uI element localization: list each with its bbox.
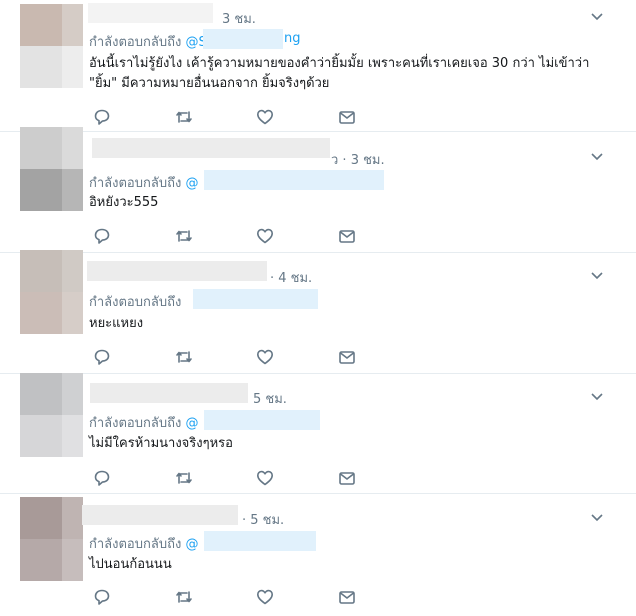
- mention-link[interactable]: @: [185, 176, 198, 191]
- mention-obscured[interactable]: [204, 410, 320, 430]
- like-icon[interactable]: [255, 347, 275, 367]
- like-icon[interactable]: [255, 226, 275, 246]
- retweet-icon[interactable]: [174, 226, 194, 246]
- author-name-obscured[interactable]: [82, 505, 238, 525]
- tweet-text: อิหยังวะ555: [89, 193, 619, 213]
- chevron-down-icon[interactable]: [589, 267, 605, 283]
- timestamp[interactable]: ว · 3 ชม.: [331, 149, 385, 170]
- timestamp[interactable]: 5 ชม.: [253, 388, 287, 409]
- tweet-text-line: "ยิ้ม" มีความหมายอื่นนอกจาก ยิ้มจริงๆด้ว…: [89, 76, 330, 91]
- tweet-text-line: ไปนอนก้อนนน: [89, 557, 172, 572]
- timestamp[interactable]: · 5 ชม.: [242, 509, 284, 530]
- tweet-text: หยะแหยง: [89, 314, 619, 334]
- avatar[interactable]: [20, 250, 83, 334]
- replying-to: กำลังตอบกลับถึง @S: [89, 31, 207, 52]
- author-name-obscured[interactable]: [88, 3, 213, 23]
- replying-to-label: กำลังตอบกลับถึง: [89, 295, 182, 310]
- mention-obscured[interactable]: [204, 531, 316, 551]
- replying-to: กำลังตอบกลับถึง @: [89, 172, 198, 193]
- tweet-text: ไม่มีใครห้ามนางจริงๆหรอ: [89, 434, 619, 454]
- mention-obscured[interactable]: [204, 170, 384, 190]
- reply-tweet[interactable]: · 5 ชม. กำลังตอบกลับถึง @ ไปนอนก้อนนน: [0, 494, 636, 616]
- retweet-icon[interactable]: [174, 587, 194, 607]
- replying-to-label: กำลังตอบกลับถึง: [89, 416, 182, 431]
- timestamp[interactable]: 3 ชม.: [222, 8, 256, 29]
- mention-link-end[interactable]: ng: [284, 31, 301, 46]
- replying-to-label: กำลังตอบกลับถึง: [89, 35, 182, 50]
- avatar[interactable]: [20, 4, 83, 88]
- like-icon[interactable]: [255, 587, 275, 607]
- dm-icon[interactable]: [337, 347, 357, 367]
- chevron-down-icon[interactable]: [589, 388, 605, 404]
- avatar[interactable]: [20, 497, 83, 581]
- mention-obscured[interactable]: [193, 289, 318, 309]
- replying-to-label: กำลังตอบกลับถึง: [89, 537, 182, 552]
- reply-tweet[interactable]: 5 ชม. กำลังตอบกลับถึง @ ไม่มีใครห้ามนางจ…: [0, 373, 636, 494]
- chevron-down-icon[interactable]: [589, 509, 605, 525]
- chevron-down-icon[interactable]: [589, 148, 605, 164]
- replying-to-label: กำลังตอบกลับถึง: [89, 176, 182, 191]
- reply-icon[interactable]: [92, 226, 112, 246]
- tweet-text-line: หยะแหยง: [89, 316, 144, 331]
- author-name-obscured[interactable]: [90, 383, 248, 403]
- dm-icon[interactable]: [337, 226, 357, 246]
- dm-icon[interactable]: [337, 587, 357, 607]
- like-icon[interactable]: [255, 107, 275, 127]
- mention-link[interactable]: @: [185, 537, 198, 552]
- author-name-obscured[interactable]: [92, 138, 330, 158]
- reply-tweet[interactable]: · 4 ชม. กำลังตอบกลับถึง หยะแหยง: [0, 250, 636, 374]
- mention-link[interactable]: @: [185, 416, 198, 431]
- avatar[interactable]: [20, 373, 83, 457]
- replying-to: กำลังตอบกลับถึง @: [89, 412, 198, 433]
- reply-icon[interactable]: [92, 587, 112, 607]
- like-icon[interactable]: [255, 468, 275, 488]
- reply-icon[interactable]: [92, 468, 112, 488]
- dm-icon[interactable]: [337, 468, 357, 488]
- retweet-icon[interactable]: [174, 347, 194, 367]
- tweet-text-line: ไม่มีใครห้ามนางจริงๆหรอ: [89, 436, 233, 451]
- tweet-text: ไปนอนก้อนนน: [89, 555, 619, 575]
- avatar[interactable]: [20, 127, 83, 211]
- replying-to: กำลังตอบกลับถึง @: [89, 533, 198, 554]
- mention-obscured[interactable]: [203, 29, 283, 49]
- author-name-obscured[interactable]: [87, 261, 267, 281]
- replying-to: กำลังตอบกลับถึง: [89, 291, 181, 312]
- reply-icon[interactable]: [92, 347, 112, 367]
- chevron-down-icon[interactable]: [589, 8, 605, 24]
- retweet-icon[interactable]: [174, 468, 194, 488]
- tweet-text-line: อันนี้เราไม่รู้ยังไง เค้ารู้ความหมายของค…: [89, 56, 590, 71]
- retweet-icon[interactable]: [174, 107, 194, 127]
- reply-tweet[interactable]: 3 ชม. กำลังตอบกลับถึง @S ng อันนี้เราไม่…: [0, 0, 636, 132]
- tweet-text: อันนี้เราไม่รู้ยังไง เค้ารู้ความหมายของค…: [89, 54, 619, 94]
- reply-icon[interactable]: [92, 107, 112, 127]
- dm-icon[interactable]: [337, 107, 357, 127]
- reply-tweet[interactable]: ว · 3 ชม. กำลังตอบกลับถึง @ อิหยังวะ555: [0, 127, 636, 253]
- tweet-text-line: อิหยังวะ555: [89, 195, 159, 210]
- replies-feed: 3 ชม. กำลังตอบกลับถึง @S ng อันนี้เราไม่…: [0, 0, 636, 616]
- timestamp[interactable]: · 4 ชม.: [270, 267, 312, 288]
